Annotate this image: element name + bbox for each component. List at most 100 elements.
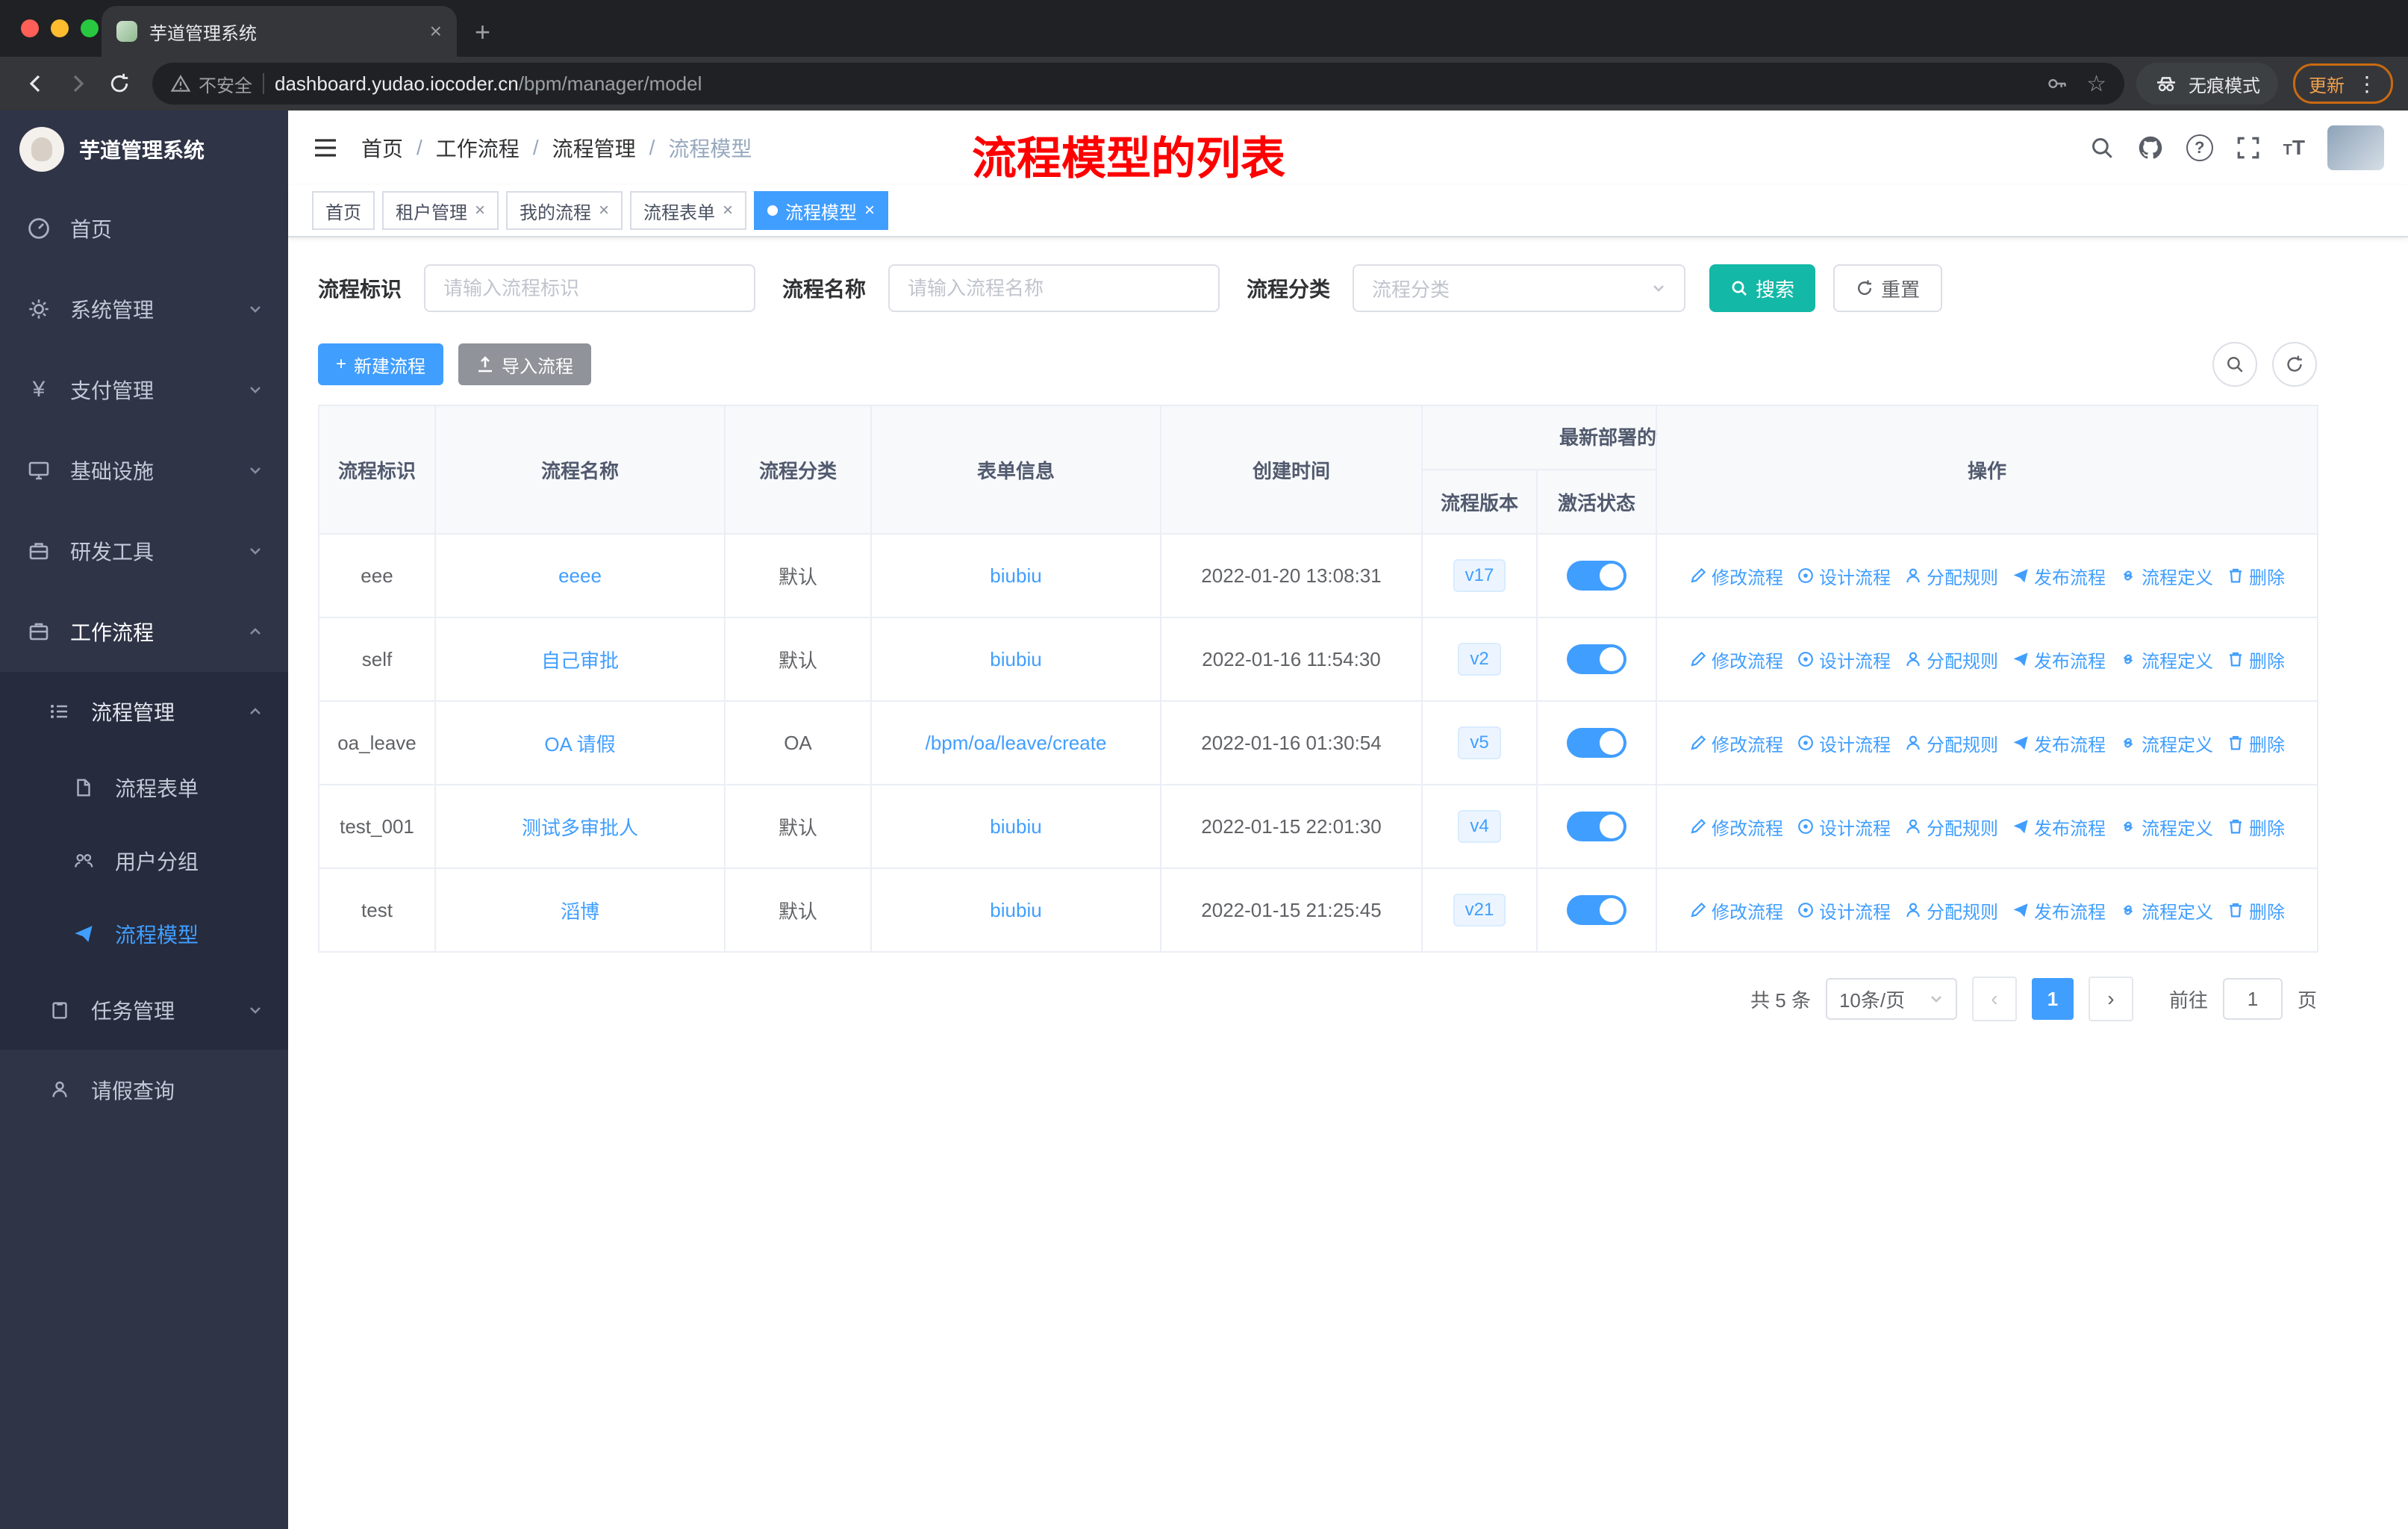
show-search-button[interactable] <box>2212 342 2257 387</box>
close-window-button[interactable] <box>21 19 39 37</box>
reset-button[interactable]: 重置 <box>1833 264 1943 312</box>
form-info-link[interactable]: /bpm/oa/leave/create <box>926 732 1107 754</box>
form-info-link[interactable]: biubiu <box>990 648 1041 670</box>
sidebar-item-user-group[interactable]: 用户分组 <box>0 824 288 897</box>
process-name-link[interactable]: 滔博 <box>561 900 599 923</box>
process-name-link[interactable]: OA 请假 <box>544 733 615 756</box>
next-page-button[interactable]: › <box>2088 977 2133 1021</box>
process-id-input[interactable] <box>424 264 756 312</box>
tag-tenant[interactable]: 租户管理 × <box>382 191 499 230</box>
sidebar-item-devtools[interactable]: 研发工具 <box>0 511 288 591</box>
sidebar-item-leave-query[interactable]: 请假查询 <box>0 1050 288 1130</box>
fullscreen-icon[interactable] <box>2236 135 2261 161</box>
forward-button[interactable] <box>57 63 99 105</box>
action-publish-link[interactable]: 发布流程 <box>2012 730 2106 756</box>
sidebar-toggle-icon[interactable] <box>312 134 339 161</box>
action-design-link[interactable]: 设计流程 <box>1797 647 1891 673</box>
process-category-select[interactable]: 流程分类 <box>1353 264 1686 312</box>
action-design-link[interactable]: 设计流程 <box>1797 730 1891 756</box>
sidebar-item-system[interactable]: 系统管理 <box>0 269 288 349</box>
sidebar-item-workflow[interactable]: 工作流程 <box>0 591 288 672</box>
sidebar-item-process-form[interactable]: 流程表单 <box>0 751 288 824</box>
breadcrumb-home[interactable]: 首页 <box>361 133 403 163</box>
app-logo[interactable]: 芋道管理系统 <box>0 110 288 188</box>
breadcrumb-workflow[interactable]: 工作流程 <box>436 133 520 163</box>
tag-process-form[interactable]: 流程表单 × <box>630 191 747 230</box>
reload-button[interactable] <box>99 63 140 105</box>
prev-page-button[interactable]: ‹ <box>1971 977 2017 1021</box>
form-info-link[interactable]: biubiu <box>990 815 1041 838</box>
action-edit-link[interactable]: 修改流程 <box>1689 814 1783 840</box>
action-assign-rule-link[interactable]: 分配规则 <box>1904 647 1998 673</box>
action-definition-link[interactable]: 流程定义 <box>2119 563 2213 589</box>
action-assign-rule-link[interactable]: 分配规则 <box>1904 814 1998 840</box>
sidebar-item-infrastructure[interactable]: 基础设施 <box>0 430 288 511</box>
action-definition-link[interactable]: 流程定义 <box>2119 814 2213 840</box>
breadcrumb-process-management[interactable]: 流程管理 <box>552 133 636 163</box>
action-delete-link[interactable]: 删除 <box>2227 563 2285 589</box>
bookmark-star-icon[interactable]: ☆ <box>2086 71 2106 97</box>
import-process-button[interactable]: 导入流程 <box>458 343 592 385</box>
action-design-link[interactable]: 设计流程 <box>1797 563 1891 589</box>
close-icon[interactable]: × <box>864 200 875 221</box>
action-delete-link[interactable]: 删除 <box>2227 730 2285 756</box>
action-assign-rule-link[interactable]: 分配规则 <box>1904 563 1998 589</box>
close-icon[interactable]: × <box>475 200 485 221</box>
close-icon[interactable]: × <box>599 200 609 221</box>
action-assign-rule-link[interactable]: 分配规则 <box>1904 897 1998 924</box>
refresh-table-button[interactable] <box>2272 342 2317 387</box>
form-info-link[interactable]: biubiu <box>990 899 1041 921</box>
font-size-icon[interactable]: TT <box>2283 136 2305 160</box>
process-name-link[interactable]: 自己审批 <box>541 650 619 672</box>
action-delete-link[interactable]: 删除 <box>2227 647 2285 673</box>
sidebar-item-home[interactable]: 首页 <box>0 188 288 269</box>
action-design-link[interactable]: 设计流程 <box>1797 814 1891 840</box>
help-icon[interactable]: ? <box>2186 134 2213 161</box>
sidebar-item-payment[interactable]: ¥ 支付管理 <box>0 349 288 430</box>
action-edit-link[interactable]: 修改流程 <box>1689 647 1783 673</box>
github-icon[interactable] <box>2137 134 2164 161</box>
action-publish-link[interactable]: 发布流程 <box>2012 647 2106 673</box>
tag-home[interactable]: 首页 <box>312 191 375 230</box>
active-switch[interactable] <box>1567 812 1626 841</box>
minimize-window-button[interactable] <box>51 19 69 37</box>
sidebar-item-process-model[interactable]: 流程模型 <box>0 897 288 971</box>
back-button[interactable] <box>15 63 57 105</box>
browser-tab[interactable]: 芋道管理系统 × <box>102 6 457 57</box>
action-definition-link[interactable]: 流程定义 <box>2119 730 2213 756</box>
action-delete-link[interactable]: 删除 <box>2227 897 2285 924</box>
tag-my-process[interactable]: 我的流程 × <box>506 191 623 230</box>
browser-update-button[interactable]: 更新 ⋮ <box>2293 63 2393 104</box>
goto-page-input[interactable] <box>2222 978 2283 1020</box>
process-name-link[interactable]: eeee <box>558 564 602 587</box>
active-switch[interactable] <box>1567 561 1626 591</box>
action-definition-link[interactable]: 流程定义 <box>2119 647 2213 673</box>
action-definition-link[interactable]: 流程定义 <box>2119 897 2213 924</box>
action-edit-link[interactable]: 修改流程 <box>1689 730 1783 756</box>
new-tab-button[interactable]: + <box>475 16 490 48</box>
tab-close-icon[interactable]: × <box>430 19 442 43</box>
active-switch[interactable] <box>1567 895 1626 925</box>
form-info-link[interactable]: biubiu <box>990 564 1041 587</box>
active-switch[interactable] <box>1567 728 1626 758</box>
create-process-button[interactable]: + 新建流程 <box>318 343 444 385</box>
url-bar[interactable]: 不安全 dashboard.yudao.iocoder.cn/bpm/manag… <box>152 63 2124 105</box>
security-indicator[interactable]: 不安全 <box>170 71 252 97</box>
action-delete-link[interactable]: 删除 <box>2227 814 2285 840</box>
action-publish-link[interactable]: 发布流程 <box>2012 814 2106 840</box>
action-edit-link[interactable]: 修改流程 <box>1689 897 1783 924</box>
action-assign-rule-link[interactable]: 分配规则 <box>1904 730 1998 756</box>
sidebar-item-process-management[interactable]: 流程管理 <box>0 672 288 751</box>
action-design-link[interactable]: 设计流程 <box>1797 897 1891 924</box>
page-size-select[interactable]: 10条/页 <box>1825 978 1957 1020</box>
active-switch[interactable] <box>1567 644 1626 674</box>
user-avatar[interactable] <box>2327 125 2384 170</box>
close-icon[interactable]: × <box>723 200 733 221</box>
action-edit-link[interactable]: 修改流程 <box>1689 563 1783 589</box>
search-button[interactable]: 搜索 <box>1709 264 1816 312</box>
sidebar-item-task-management[interactable]: 任务管理 <box>0 971 288 1050</box>
search-icon[interactable] <box>2089 135 2115 161</box>
action-publish-link[interactable]: 发布流程 <box>2012 563 2106 589</box>
password-key-icon[interactable] <box>2046 72 2068 95</box>
process-name-link[interactable]: 测试多审批人 <box>522 817 638 839</box>
